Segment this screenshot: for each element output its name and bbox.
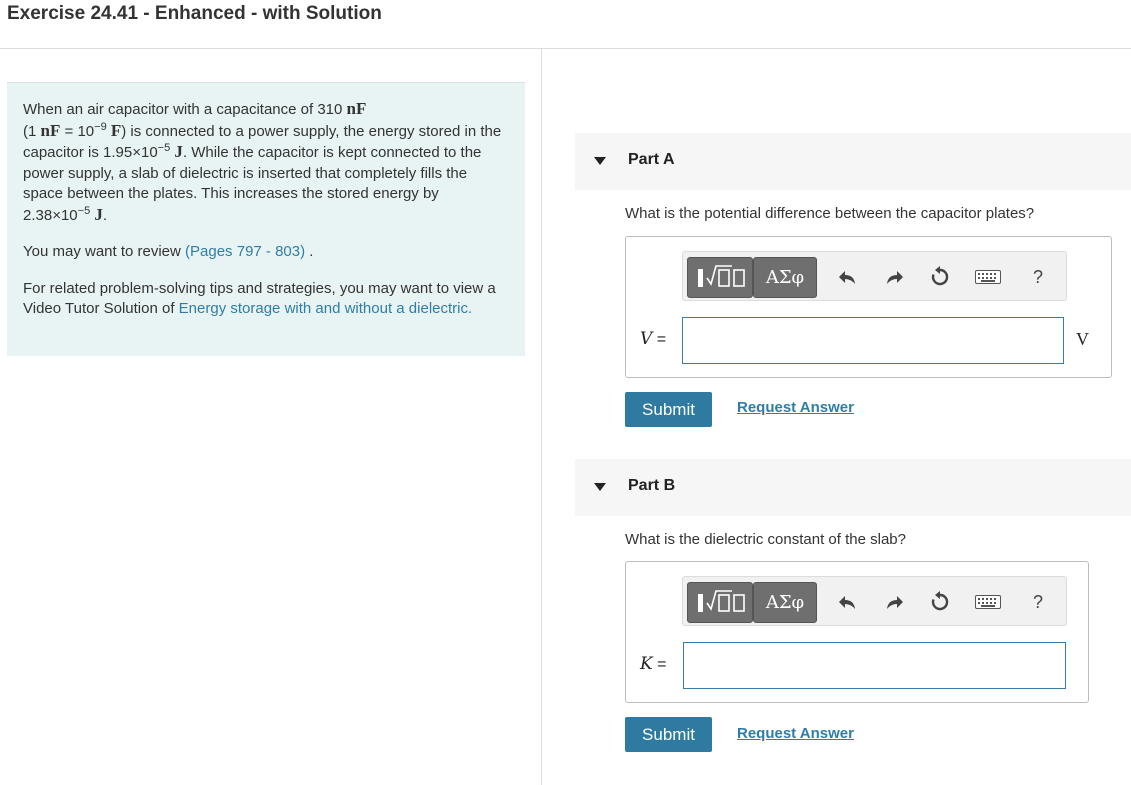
answer-input-k[interactable] [683, 642, 1066, 689]
math-toolbar: ΑΣφ ? [682, 251, 1067, 301]
help-icon[interactable]: ? [1023, 262, 1053, 292]
problem-text: When an air capacitor with a capacitance… [23, 99, 502, 224]
unit-f: F [110, 120, 122, 140]
collapse-triangle-icon[interactable] [594, 157, 606, 165]
review-pages-link[interactable]: (Pages 797 - 803) [185, 243, 305, 260]
keyboard-icon[interactable] [973, 587, 1003, 617]
part-a-question: What is the potential difference between… [625, 205, 1035, 222]
keyboard-icon[interactable] [973, 262, 1003, 292]
tips-text: For related problem-solving tips and str… [23, 279, 496, 318]
column-divider [541, 49, 542, 785]
review-text: You may want to review (Pages 797 - 803)… [23, 243, 314, 260]
problem-panel: When an air capacitor with a capacitance… [7, 82, 525, 356]
undo-icon[interactable] [833, 587, 863, 617]
redo-icon[interactable] [879, 587, 909, 617]
templates-icon [698, 590, 745, 612]
header: Exercise 24.41 - Enhanced - with Solutio… [0, 0, 1131, 49]
request-answer-link[interactable]: Request Answer [737, 725, 854, 742]
part-b-header[interactable]: Part B [575, 459, 1131, 516]
undo-icon[interactable] [833, 262, 863, 292]
unit-nf-2: nF [40, 120, 61, 140]
math-toolbar: ΑΣφ ? [682, 576, 1067, 626]
collapse-triangle-icon[interactable] [594, 483, 606, 491]
video-tutor-link[interactable]: Energy storage with and without a dielec… [179, 300, 468, 317]
part-a-answer-box: ΑΣφ ? V = V [625, 236, 1112, 378]
unit-label: V [1076, 329, 1089, 349]
variable-label: K = [640, 654, 667, 674]
request-answer-link[interactable]: Request Answer [737, 399, 854, 416]
unit-j: J [174, 142, 183, 161]
part-a-label: Part A [628, 151, 675, 168]
submit-button[interactable]: Submit [625, 717, 712, 752]
unit-j-2: J [94, 204, 103, 224]
part-b-answer-box: ΑΣφ ? K = [625, 561, 1089, 703]
page-title: Exercise 24.41 - Enhanced - with Solutio… [7, 3, 382, 24]
templates-button[interactable] [687, 582, 753, 623]
answer-input-v[interactable] [682, 317, 1064, 364]
part-b-label: Part B [628, 477, 676, 494]
redo-icon[interactable] [879, 262, 909, 292]
reset-icon[interactable] [925, 262, 955, 292]
exponent: −5 [157, 142, 171, 154]
greek-symbols-button[interactable]: ΑΣφ [753, 582, 817, 623]
templates-button[interactable] [687, 257, 753, 298]
help-icon[interactable]: ? [1023, 587, 1053, 617]
part-b-question: What is the dielectric constant of the s… [625, 531, 906, 548]
exponent: −5 [77, 204, 91, 217]
templates-icon [698, 265, 745, 287]
part-a-header[interactable]: Part A [575, 133, 1131, 190]
reset-icon[interactable] [925, 587, 955, 617]
unit-nf: nF [346, 99, 367, 118]
greek-symbols-button[interactable]: ΑΣφ [753, 257, 817, 298]
submit-button[interactable]: Submit [625, 392, 712, 427]
exponent: −9 [94, 120, 107, 133]
variable-label: V = [640, 329, 667, 349]
